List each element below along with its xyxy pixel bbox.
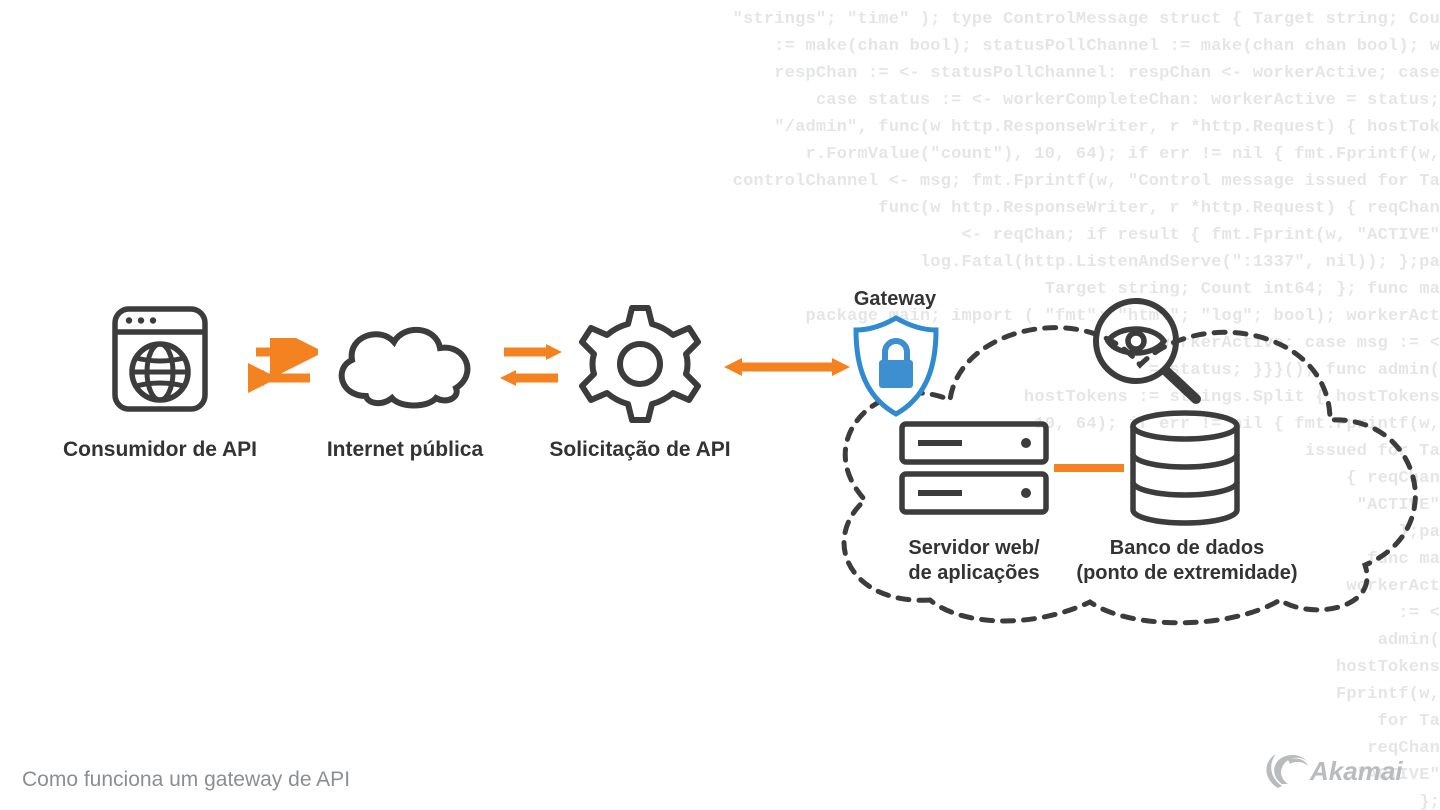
api-consumer-icon [112,306,208,412]
public-internet-icon [328,318,478,410]
database-label: Banco de dados (ponto de extremidade) [1072,536,1302,586]
akamai-logo: Akamai [1260,748,1410,792]
database-line2: (ponto de extremidade) [1076,562,1297,584]
webserver-line1: Servidor web/ [908,537,1039,559]
monitoring-magnifier-icon [1086,293,1204,405]
svg-text:Akamai: Akamai [1309,756,1403,786]
gateway-label: Gateway [840,287,950,312]
web-app-server-label: Servidor web/ de aplicações [872,536,1076,586]
gateway-shield-icon [850,314,942,418]
database-line1: Banco de dados [1110,537,1264,559]
api-request-label: Solicitação de API [540,437,740,463]
api-consumer-label: Consumidor de API [60,437,260,463]
diagram-caption: Como funciona um gateway de API [22,768,350,792]
webserver-line2: de aplicações [908,562,1039,584]
arrow-internet-request [496,338,566,394]
diagram-stage: Consumidor de API Internet pública [0,0,1440,810]
public-internet-label: Internet pública [310,437,500,463]
api-request-icon [576,300,704,428]
connector-server-db [1054,460,1124,476]
arrow-consumer-internet [248,338,318,394]
web-app-server-icon [898,420,1050,516]
database-icon [1126,410,1244,526]
